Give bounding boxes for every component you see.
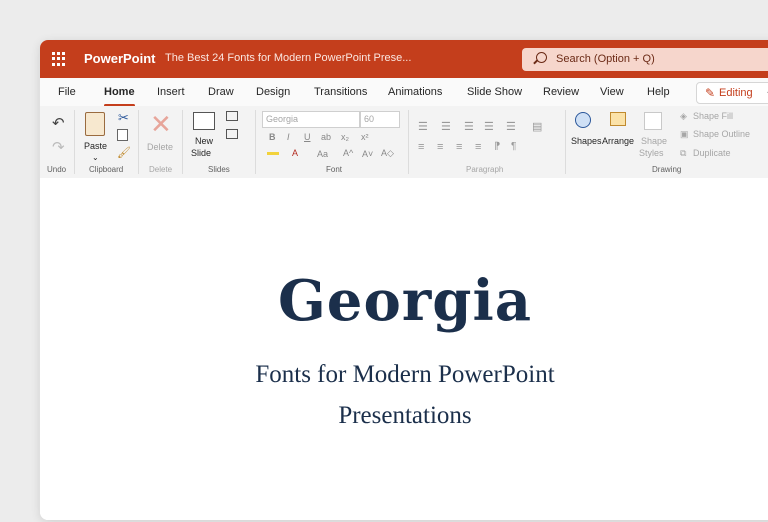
new-slide-label-2[interactable]: Slide — [191, 148, 211, 158]
group-label-clipboard: Clipboard — [89, 165, 124, 174]
slide-canvas[interactable]: Georgia Fonts for Modern PowerPoint Pres… — [40, 178, 768, 520]
superscript-icon[interactable]: x² — [361, 132, 369, 142]
tab-file[interactable]: File — [58, 86, 76, 98]
subscript-icon[interactable]: x₂ — [341, 132, 349, 142]
change-case-icon[interactable]: Aa — [317, 149, 328, 159]
layout-icon[interactable] — [226, 111, 238, 121]
search-placeholder: Search (Option + Q) — [556, 53, 655, 65]
font-size-field[interactable]: 60 — [360, 111, 400, 128]
paste-button[interactable]: Paste — [84, 141, 107, 151]
align-center-icon[interactable]: ≡ — [437, 141, 443, 153]
pencil-icon: ✎ — [705, 86, 716, 100]
ribbon: ↶ ↷ Undo Paste ⌄ ✂ 🖌 Clipboard ✕ Delete … — [40, 106, 768, 179]
group-label-font: Font — [326, 165, 343, 174]
shape-fill-button[interactable]: Shape Fill — [693, 111, 733, 121]
ltr-icon[interactable]: ⁋ — [494, 141, 500, 152]
slide-subtitle-line-1: Fonts for Modern PowerPoint — [255, 361, 555, 388]
highlight-color-icon[interactable] — [267, 152, 279, 155]
bullets-icon[interactable]: ☰ — [418, 120, 428, 133]
divider — [74, 110, 75, 174]
font-size-value: 60 — [364, 114, 375, 124]
redo-icon[interactable]: ↷ — [52, 138, 65, 156]
group-label-undo: Undo — [47, 165, 67, 174]
undo-icon[interactable]: ↶ — [52, 114, 65, 132]
group-label-drawing: Drawing — [652, 165, 682, 174]
italic-icon[interactable]: I — [287, 132, 290, 142]
cut-icon[interactable]: ✂ — [118, 110, 129, 126]
font-name-value: Georgia — [266, 114, 299, 124]
shape-outline-button[interactable]: Shape Outline — [693, 129, 750, 139]
editing-label: Editing — [719, 87, 753, 99]
align-right-icon[interactable]: ≡ — [456, 141, 462, 153]
justify-icon[interactable]: ≡ — [475, 141, 481, 153]
title-bar: PowerPoint The Best 24 Fonts for Modern … — [40, 40, 768, 78]
slide-subtitle[interactable]: Fonts for Modern PowerPoint Presentation… — [200, 354, 610, 436]
increase-indent-icon[interactable]: ☰ — [484, 120, 494, 133]
paste-chevron-icon[interactable]: ⌄ — [92, 153, 99, 162]
tab-help[interactable]: Help — [647, 86, 670, 98]
document-title[interactable]: The Best 24 Fonts for Modern PowerPoint … — [165, 52, 411, 64]
divider — [182, 110, 183, 174]
shrink-font-icon[interactable]: A˅ — [362, 149, 373, 159]
grow-font-icon[interactable]: A^ — [343, 148, 353, 158]
tab-design[interactable]: Design — [256, 86, 290, 98]
tab-transitions[interactable]: Transitions — [314, 86, 367, 98]
tab-draw[interactable]: Draw — [208, 86, 234, 98]
shapes-icon[interactable] — [575, 112, 591, 128]
new-slide-icon[interactable] — [193, 112, 215, 130]
numbering-icon[interactable]: ☰ — [441, 120, 451, 133]
reuse-slide-icon[interactable] — [226, 129, 238, 139]
columns-icon[interactable]: ▤ — [532, 120, 542, 133]
group-label-slides: Slides — [208, 165, 230, 174]
strikethrough-icon[interactable]: ab — [321, 132, 331, 142]
tab-insert[interactable]: Insert — [157, 86, 185, 98]
divider — [408, 110, 409, 174]
tab-review[interactable]: Review — [543, 86, 579, 98]
font-color-icon[interactable]: A — [292, 148, 298, 158]
shape-outline-icon[interactable]: ▣ — [680, 129, 689, 140]
new-slide-label-1[interactable]: New — [195, 136, 213, 146]
shape-styles-label-1[interactable]: Shape — [641, 136, 667, 146]
copy-icon[interactable] — [117, 129, 128, 141]
divider — [255, 110, 256, 174]
align-left-icon[interactable]: ≡ — [418, 141, 424, 153]
app-name[interactable]: PowerPoint — [84, 51, 156, 66]
tab-animations[interactable]: Animations — [388, 86, 442, 98]
divider — [138, 110, 139, 174]
tab-home[interactable]: Home — [104, 86, 135, 107]
group-label-delete: Delete — [149, 165, 173, 174]
shapes-button[interactable]: Shapes — [571, 136, 602, 146]
shape-styles-label-2[interactable]: Styles — [639, 148, 664, 158]
slide-title[interactable]: Georgia — [220, 268, 590, 334]
clear-format-icon[interactable]: A◇ — [381, 148, 394, 159]
paste-icon[interactable] — [85, 112, 105, 136]
ribbon-tabs: File Home Insert Draw Design Transitions… — [40, 78, 768, 107]
tab-slide-show[interactable]: Slide Show — [467, 86, 522, 98]
app-launcher-icon[interactable] — [52, 52, 66, 66]
editing-mode-button[interactable]: ✎ Editing ⌄ — [696, 82, 768, 104]
app-window: PowerPoint The Best 24 Fonts for Modern … — [40, 40, 768, 520]
delete-button[interactable]: Delete — [147, 142, 173, 152]
rtl-icon[interactable]: ¶ — [511, 141, 516, 152]
duplicate-icon[interactable]: ⧉ — [680, 148, 686, 159]
arrange-button[interactable]: Arrange — [602, 136, 634, 146]
group-label-paragraph: Paragraph — [466, 165, 504, 174]
underline-icon[interactable]: U — [304, 132, 311, 142]
decrease-indent-icon[interactable]: ☰ — [464, 120, 474, 133]
format-painter-icon[interactable]: 🖌 — [117, 146, 131, 159]
search-icon — [536, 52, 547, 63]
shape-styles-icon[interactable] — [644, 112, 662, 130]
font-name-field[interactable]: Georgia — [262, 111, 360, 128]
arrange-icon[interactable] — [610, 112, 626, 126]
tab-view[interactable]: View — [600, 86, 624, 98]
divider — [565, 110, 566, 174]
delete-icon[interactable]: ✕ — [150, 109, 172, 140]
line-spacing-icon[interactable]: ☰ — [506, 120, 516, 133]
search-box[interactable]: Search (Option + Q) — [522, 48, 768, 71]
shape-fill-icon[interactable]: ◈ — [680, 111, 687, 122]
bold-icon[interactable]: B — [269, 132, 276, 142]
duplicate-button[interactable]: Duplicate — [693, 148, 731, 158]
slide-subtitle-line-2: Presentations — [338, 402, 472, 429]
